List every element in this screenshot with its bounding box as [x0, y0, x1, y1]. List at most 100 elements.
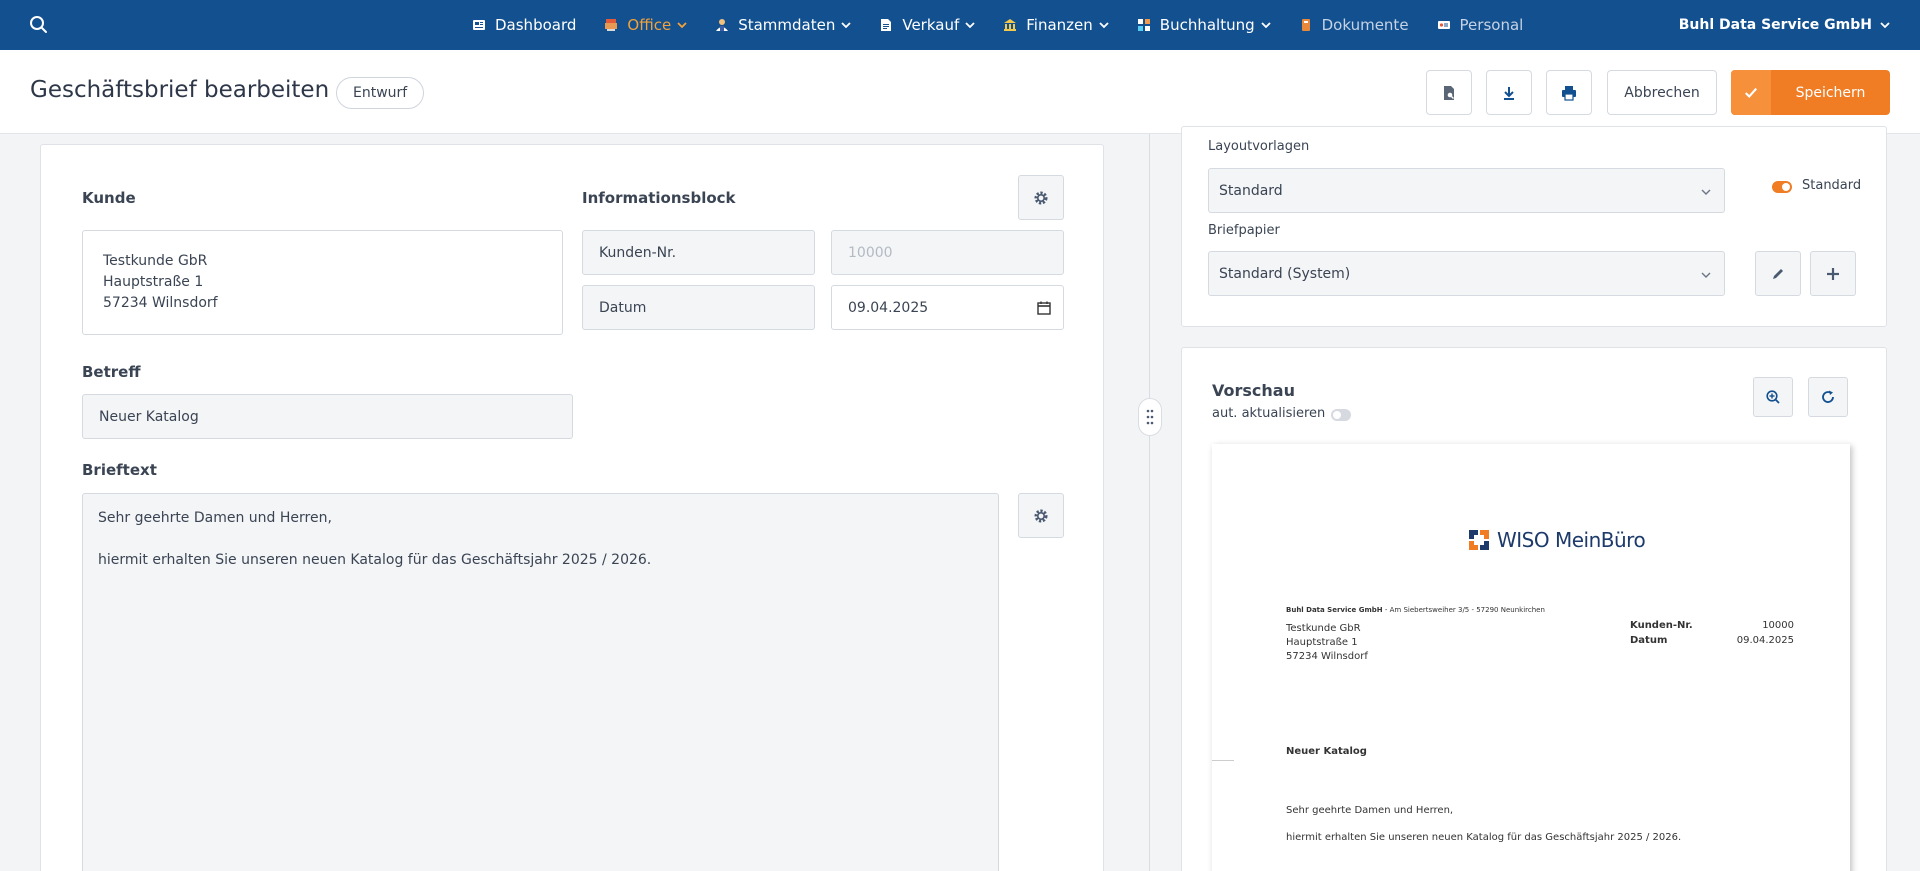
calendar-icon[interactable] [1037, 301, 1051, 315]
preview-subject: Neuer Katalog [1286, 746, 1367, 757]
preview-title: Vorschau [1212, 381, 1295, 400]
chevron-down-icon [1880, 22, 1890, 29]
nav-label: Dashboard [495, 16, 577, 34]
template-value: Standard [1219, 182, 1283, 199]
logo-mark-icon [1469, 530, 1489, 550]
pdf-preview-button[interactable] [1426, 70, 1472, 115]
status-badge: Entwurf [336, 77, 425, 109]
info-value: 09.04.2025 [1736, 635, 1794, 646]
edit-letterhead-button[interactable] [1755, 251, 1801, 296]
body-label: Brieftext [82, 461, 157, 479]
download-icon [1504, 86, 1514, 100]
auto-update-toggle[interactable] [1331, 409, 1351, 421]
preview-panel: Vorschau aut. aktualisieren WISO MeinBür… [1181, 347, 1887, 871]
pencil-icon [1773, 268, 1783, 279]
customer-line: Hauptstraße 1 [103, 274, 204, 290]
customer-no-label-field: Kunden-Nr. [582, 230, 815, 275]
nav-item-dashboard[interactable]: Dashboard [458, 0, 590, 50]
gear-icon [1034, 191, 1048, 204]
nav-item-buchhaltung[interactable]: Buchhaltung [1123, 0, 1285, 50]
save-button[interactable]: Speichern [1731, 70, 1890, 115]
chevron-down-icon [1260, 22, 1271, 29]
customer-no-input[interactable]: 10000 [831, 230, 1064, 275]
nav-item-dokumente[interactable]: Dokumente [1285, 0, 1423, 50]
sender-name: Buhl Data Service GmbH [1286, 606, 1383, 614]
auto-update-label: aut. aktualisieren [1212, 406, 1326, 421]
zoom-in-icon [1766, 390, 1780, 404]
preview-paragraph: Sehr geehrte Damen und Herren, [1286, 805, 1454, 816]
body-paragraph: Sehr geehrte Damen und Herren, [98, 510, 332, 526]
letter-preview: WISO MeinBüro Buhl Data Service GmbH - A… [1212, 444, 1850, 871]
fold-mark [1212, 760, 1234, 761]
chevron-down-icon [677, 22, 687, 29]
company-logo: WISO MeinBüro [1467, 528, 1646, 552]
sender-line: Buhl Data Service GmbH - Am Siebertsweih… [1286, 606, 1545, 614]
panel-divider [1149, 134, 1150, 871]
nav-label: Personal [1459, 16, 1524, 34]
bank-icon [1003, 18, 1017, 32]
nav-item-stammdaten[interactable]: Stammdaten [701, 0, 865, 50]
zoom-button[interactable] [1753, 377, 1793, 417]
nav-item-personal[interactable]: Personal [1423, 0, 1538, 50]
page-title: Geschäftsbrief bearbeiten [30, 77, 330, 103]
dashboard-icon [472, 18, 486, 32]
main-menu: Dashboard Office Stammdaten Verkauf Fina… [458, 0, 1537, 50]
nav-label: Verkauf [902, 16, 960, 34]
chevron-down-icon [1099, 22, 1109, 29]
nav-item-finanzen[interactable]: Finanzen [989, 0, 1123, 50]
folder-icon [1299, 18, 1313, 32]
nav-label: Office [627, 16, 672, 34]
person-icon [715, 18, 729, 32]
download-button[interactable] [1486, 70, 1532, 115]
company-name: Buhl Data Service GmbH [1678, 17, 1872, 33]
add-letterhead-button[interactable] [1810, 251, 1856, 296]
customer-line: Testkunde GbR [103, 253, 208, 269]
date-input[interactable]: 09.04.2025 [831, 285, 1064, 330]
chevron-down-icon [841, 22, 851, 29]
preview-body: Sehr geehrte Damen und Herren, hiermit e… [1286, 804, 1681, 858]
letter-body-textarea[interactable]: Sehr geehrte Damen und Herren, hiermit e… [82, 493, 999, 871]
infoblock-settings-button[interactable] [1018, 175, 1064, 220]
info-label: Kunden-Nr. [1630, 620, 1693, 631]
info-row: Kunden-Nr. 10000 [1630, 618, 1794, 633]
file-preview-icon [1444, 85, 1454, 100]
check-icon [1731, 70, 1771, 115]
address-line: Testkunde GbR [1286, 623, 1361, 634]
date-value: 09.04.2025 [848, 299, 929, 316]
logo-text: WISO MeinBüro [1497, 528, 1646, 552]
chevron-down-icon [1701, 189, 1711, 195]
address-line: Hauptstraße 1 [1286, 637, 1358, 648]
company-switcher[interactable]: Buhl Data Service GmbH [1679, 0, 1890, 50]
gear-icon [1034, 509, 1048, 522]
chevron-down-icon [965, 22, 975, 29]
nav-item-verkauf[interactable]: Verkauf [865, 0, 989, 50]
nav-label: Finanzen [1026, 16, 1093, 34]
customer-address-box[interactable]: Testkunde GbR Hauptstraße 1 57234 Wilnsd… [82, 230, 563, 335]
customer-line: 57234 Wilnsdorf [103, 295, 218, 311]
search-icon[interactable] [28, 14, 50, 36]
chevron-down-icon [1701, 272, 1711, 278]
top-navigation: Dashboard Office Stammdaten Verkauf Fina… [0, 0, 1920, 50]
address-line: 57234 Wilnsdorf [1286, 651, 1368, 662]
subject-input[interactable]: Neuer Katalog [82, 394, 573, 439]
letterhead-label: Briefpapier [1208, 223, 1280, 238]
body-settings-button[interactable] [1018, 493, 1064, 538]
cancel-button[interactable]: Abbrechen [1607, 70, 1717, 115]
refresh-button[interactable] [1808, 377, 1848, 417]
letter-form-panel: Kunde Testkunde GbR Hauptstraße 1 57234 … [40, 144, 1104, 871]
template-label: Layoutvorlagen [1208, 139, 1310, 154]
template-select[interactable]: Standard [1208, 168, 1725, 213]
letterhead-select[interactable]: Standard (System) [1208, 251, 1725, 296]
resize-handle[interactable] [1138, 398, 1162, 436]
subject-label: Betreff [82, 363, 141, 381]
info-row: Datum 09.04.2025 [1630, 633, 1794, 648]
save-label: Speichern [1795, 84, 1866, 101]
letterhead-value: Standard (System) [1219, 265, 1351, 282]
document-icon [879, 18, 893, 32]
nav-item-office[interactable]: Office [590, 0, 701, 50]
customer-label: Kunde [82, 189, 136, 207]
drag-handle-icon [1146, 409, 1154, 425]
standard-toggle[interactable] [1772, 181, 1792, 193]
info-value: 10000 [1762, 620, 1794, 631]
print-button[interactable] [1546, 70, 1592, 115]
